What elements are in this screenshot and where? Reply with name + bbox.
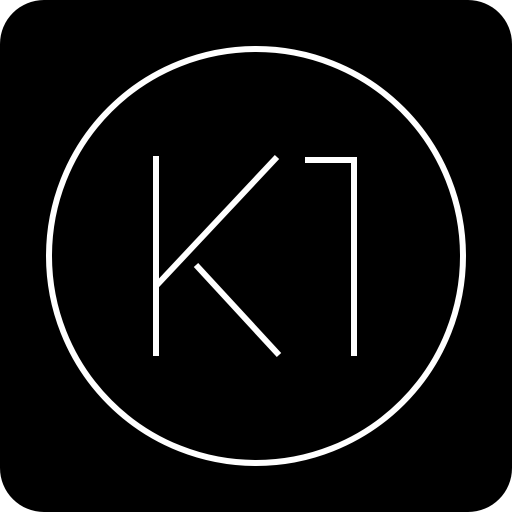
icon-background	[0, 0, 512, 512]
app-icon	[0, 0, 512, 512]
k1-logo	[0, 0, 512, 512]
